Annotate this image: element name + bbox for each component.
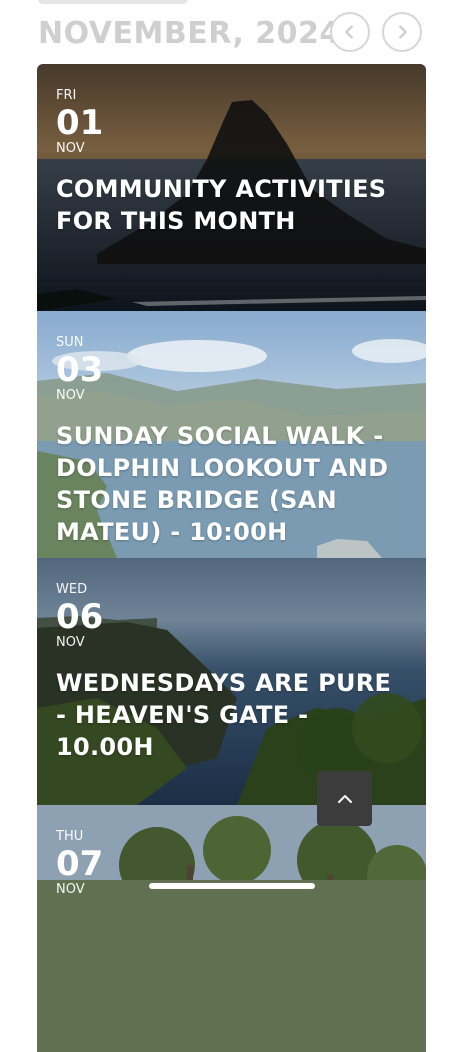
event-month: NOV <box>56 141 85 156</box>
chevron-left-icon <box>345 25 353 39</box>
event-list: FRI 01 NOV COMMUNITY ACTIVITIES FOR THIS… <box>37 64 426 1052</box>
chevron-up-icon <box>337 794 352 803</box>
event-weekday: WED <box>56 582 88 597</box>
event-card[interactable]: SUN 03 NOV SUNDAY SOCIAL WALK - DOLPHIN … <box>37 311 426 558</box>
previous-month-button[interactable] <box>330 12 370 52</box>
event-title[interactable]: WEDNESDAYS ARE PURE - HEAVEN'S GATE - 10… <box>56 667 407 763</box>
top-tab-stub <box>38 0 188 4</box>
scroll-to-top-button[interactable] <box>317 771 372 826</box>
next-month-button[interactable] <box>382 12 422 52</box>
event-month: NOV <box>56 388 85 403</box>
event-weekday: FRI <box>56 88 77 103</box>
chevron-right-icon <box>399 25 407 39</box>
event-day: 01 <box>56 103 104 143</box>
event-title[interactable]: COMMUNITY ACTIVITIES FOR THIS MONTH <box>56 173 407 237</box>
event-day: 06 <box>56 597 104 637</box>
event-card[interactable]: THU 07 NOV <box>37 805 426 1052</box>
event-title[interactable]: SUNDAY SOCIAL WALK - DOLPHIN LOOKOUT AND… <box>56 420 407 548</box>
event-weekday: THU <box>56 829 84 844</box>
event-day: 07 <box>56 844 104 884</box>
event-month: NOV <box>56 635 85 650</box>
event-card[interactable]: FRI 01 NOV COMMUNITY ACTIVITIES FOR THIS… <box>37 64 426 311</box>
event-weekday: SUN <box>56 335 84 350</box>
month-title: NOVEMBER, 2024 <box>38 16 341 51</box>
event-day: 03 <box>56 350 104 390</box>
event-card[interactable]: WED 06 NOV WEDNESDAYS ARE PURE - HEAVEN'… <box>37 558 426 805</box>
home-indicator <box>149 883 315 889</box>
